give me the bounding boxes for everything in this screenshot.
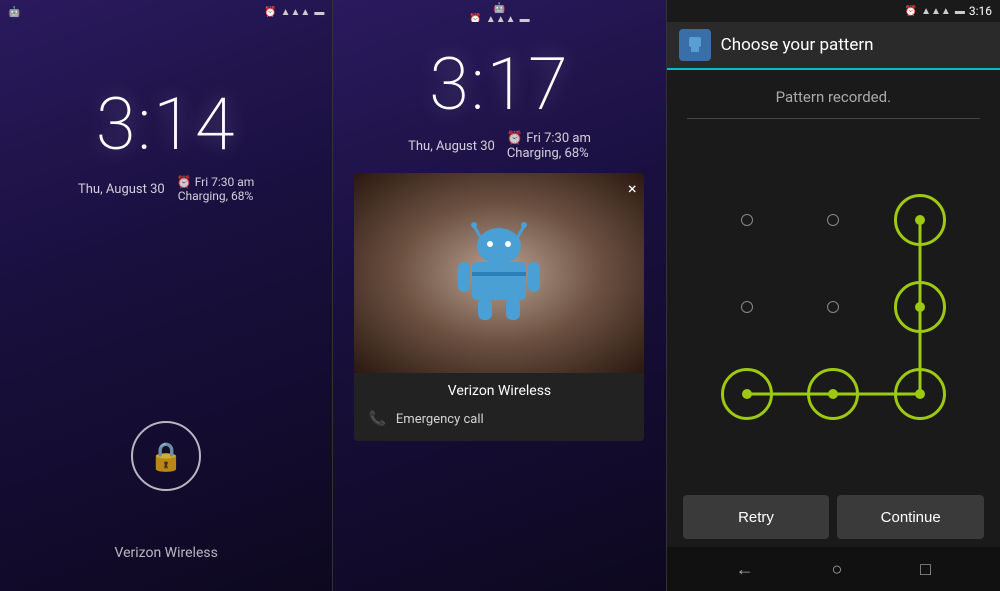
status-bar-2: 🤖 ⏰ ▲▲▲ ▬ [333, 0, 665, 22]
recents-nav-icon[interactable]: □ [920, 559, 931, 580]
wifi-icon-1: ▲▲▲ [281, 7, 311, 18]
retry-button[interactable]: Retry [683, 495, 830, 539]
charging-text-2: Charging, 68% [507, 146, 589, 161]
dot-inner-1-1 [741, 214, 753, 226]
dot-active-2-3 [894, 281, 946, 333]
wifi-icon-2: ▲▲▲ [486, 14, 516, 22]
p3-battery-icon: ▬ [955, 6, 965, 17]
alarm-info-2: ⏰ Fri 7:30 am Charging, 68% [507, 131, 591, 161]
alarm-row-1: ⏰ Fri 7:30 am [177, 175, 255, 189]
time-display-2: 3:17 [429, 42, 570, 127]
charging-text-1: Charging, 68% [178, 189, 254, 203]
back-nav-icon[interactable]: ← [736, 559, 754, 580]
dot-1-2 [790, 177, 877, 264]
p3-time: 3:16 [969, 4, 992, 18]
date-row-2: Thu, August 30 ⏰ Fri 7:30 am Charging, 6… [408, 131, 591, 161]
date-row-1: Thu, August 30 ⏰ Fri 7:30 am Charging, 6… [78, 175, 254, 203]
emergency-row[interactable]: 📞 Emergency call [368, 407, 630, 431]
dot-3-3 [877, 350, 964, 437]
dot-3-2 [790, 350, 877, 437]
lock-icon: 🔒 [149, 440, 184, 473]
dot-active-inner-1-3 [915, 215, 925, 225]
dot-active-3-3 [894, 368, 946, 420]
dot-active-inner-3-2 [828, 389, 838, 399]
android-robot-svg [454, 218, 544, 328]
dot-inner-1-2 [827, 214, 839, 226]
dot-active-1-3 [894, 194, 946, 246]
p3-wifi-icon: ▲▲▲ [921, 6, 951, 17]
lock-circle[interactable]: 🔒 [131, 421, 201, 491]
p3-status-bar: ⏰ ▲▲▲ ▬ 3:16 [667, 0, 1000, 22]
android-icon: 🤖 [8, 7, 20, 18]
pattern-message: Pattern recorded. [667, 70, 1000, 118]
alarm-time-1: Fri 7:30 am [195, 175, 255, 189]
emergency-label: Emergency call [396, 412, 484, 427]
header-security-icon [679, 29, 711, 61]
battery-icon-2: ▬ [520, 14, 530, 22]
status-bar-1: 🤖 ⏰ ▲▲▲ ▬ [0, 0, 332, 22]
dot-2-2 [790, 264, 877, 351]
pattern-grid[interactable] [703, 177, 963, 437]
time-display-1: 3:14 [96, 82, 237, 167]
pattern-buttons: Retry Continue [683, 495, 984, 539]
carrier-name-1: Verizon Wireless [114, 545, 217, 561]
continue-button[interactable]: Continue [837, 495, 984, 539]
alarm-row-2: ⏰ Fri 7:30 am [507, 131, 591, 146]
dot-active-inner-3-1 [742, 389, 752, 399]
dot-active-inner-3-3 [915, 389, 925, 399]
alarm-icon-2: ⏰ [469, 14, 481, 22]
status-left-2: 🤖 [493, 3, 505, 14]
p3-alarm-icon: ⏰ [905, 6, 917, 17]
shield-icon [686, 36, 704, 54]
photo-notification-card: × [354, 173, 644, 441]
dot-1-3 [877, 177, 964, 264]
home-nav-icon[interactable]: ○ [831, 559, 842, 580]
date-text-2: Thu, August 30 [408, 139, 495, 154]
dot-2-3 [877, 264, 964, 351]
header-title: Choose your pattern [721, 35, 874, 55]
dot-active-3-2 [807, 368, 859, 420]
pattern-grid-container[interactable] [667, 119, 1000, 495]
panel3-header: Choose your pattern [667, 22, 1000, 70]
alarm-time-2: Fri 7:30 am [526, 131, 591, 146]
alarm-clock-icon-1: ⏰ [177, 175, 192, 189]
dot-active-inner-2-3 [915, 302, 925, 312]
android-photo [354, 173, 644, 373]
photo-card-bottom: Verizon Wireless 📞 Emergency call [354, 373, 644, 441]
dot-inner-2-2 [827, 301, 839, 313]
pattern-screen-panel: ⏰ ▲▲▲ ▬ 3:16 Choose your pattern Pattern… [667, 0, 1000, 591]
dot-inner-2-1 [741, 301, 753, 313]
status-left-1: 🤖 [8, 7, 20, 18]
alarm-info-1: ⏰ Fri 7:30 am Charging, 68% [177, 175, 255, 203]
alarm-clock-icon-2: ⏰ [507, 131, 523, 146]
dot-active-3-1 [721, 368, 773, 420]
date-text-1: Thu, August 30 [78, 182, 165, 197]
phone-icon: 📞 [368, 411, 385, 427]
photo-app-title: Verizon Wireless [368, 383, 630, 399]
nav-bar: ← ○ □ [667, 547, 1000, 591]
lock-screen-photo-panel: 🤖 ⏰ ▲▲▲ ▬ 3:17 Thu, August 30 ⏰ Fri 7:30… [333, 0, 665, 591]
dot-2-1 [703, 264, 790, 351]
close-button[interactable]: × [628, 179, 637, 198]
android-icon-2: 🤖 [493, 3, 505, 14]
dot-1-1 [703, 177, 790, 264]
battery-icon-1: ▬ [314, 7, 324, 18]
lock-screen-panel: 🤖 ⏰ ▲▲▲ ▬ 3:14 Thu, August 30 ⏰ Fri 7:30… [0, 0, 332, 591]
status-right-2: ⏰ ▲▲▲ ▬ [469, 14, 529, 22]
status-right-1: ⏰ ▲▲▲ ▬ [264, 7, 324, 18]
dot-3-1 [703, 350, 790, 437]
alarm-icon-1: ⏰ [264, 7, 276, 18]
